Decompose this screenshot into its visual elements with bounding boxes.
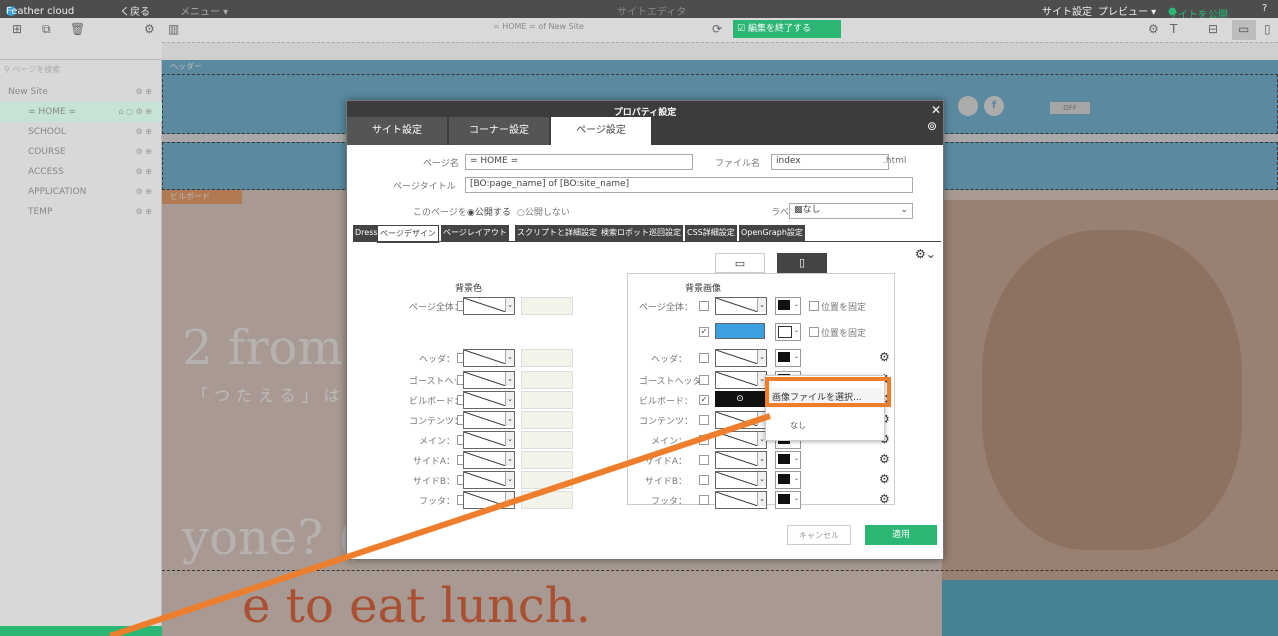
arrow-line <box>109 413 771 636</box>
pointer-arrow <box>109 413 771 636</box>
